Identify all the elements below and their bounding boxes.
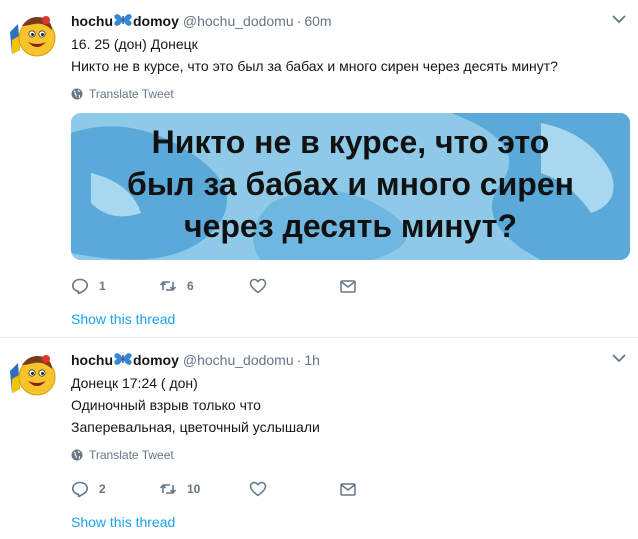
media-caption-line: был за бабах и много сирен	[127, 166, 574, 202]
direct-message-button[interactable]	[339, 276, 357, 296]
show-thread-link[interactable]: Show this thread	[71, 513, 175, 531]
retweet-icon	[159, 281, 177, 291]
avatar[interactable]	[8, 349, 58, 399]
like-button[interactable]	[249, 276, 277, 296]
display-name[interactable]: hochu domoy	[71, 13, 179, 29]
tweet-text-line: Одиночный взрыв только что	[71, 397, 261, 413]
reply-count: 2	[99, 482, 106, 496]
reply-button[interactable]: 2	[71, 479, 106, 499]
heart-icon	[249, 481, 267, 497]
tweet-text-line: Никто не в курсе, что это был за бабах и…	[71, 58, 558, 74]
separator-dot: ·	[296, 352, 302, 368]
timestamp[interactable]: 1h	[304, 352, 320, 368]
tweet-header: hochu domoy @hochu_dodomu · 60m	[71, 12, 332, 30]
tweet-text-line: Донецк 17:24 ( дон)	[71, 375, 198, 391]
user-handle[interactable]: @hochu_dodomu	[183, 13, 294, 29]
retweet-button[interactable]: 10	[159, 479, 200, 499]
retweet-count: 10	[187, 482, 201, 496]
separator-dot: ·	[296, 13, 302, 29]
like-button[interactable]	[249, 479, 277, 499]
translate-tweet-link[interactable]: Translate Tweet	[71, 86, 174, 102]
reply-count: 1	[99, 279, 106, 293]
envelope-icon	[340, 483, 356, 496]
retweet-button[interactable]: 6	[159, 276, 194, 296]
tweet[interactable]: hochu domoy @hochu_dodomu · 60m 16. 25 (дон)…	[0, 0, 638, 338]
tweet-header: hochu domoy @hochu_dodomu · 1h	[71, 351, 320, 369]
tweet-text-line: Заперевальная, цветочный услышали	[71, 419, 320, 435]
media-caption: Никто не в курсе, что это был за бабах и…	[71, 121, 630, 247]
globe-icon	[71, 449, 83, 461]
tweet-actions: 2 10	[71, 479, 371, 499]
media-caption-line: через десять минут?	[184, 208, 517, 244]
direct-message-button[interactable]	[339, 479, 357, 499]
tweet-actions: 1 6	[71, 276, 371, 296]
butterfly-icon	[114, 14, 132, 26]
retweet-icon	[159, 484, 177, 494]
user-handle[interactable]: @hochu_dodomu	[183, 352, 294, 368]
heart-icon	[249, 278, 267, 294]
reply-icon	[72, 481, 88, 498]
avatar[interactable]	[8, 10, 58, 60]
chevron-down-icon[interactable]	[612, 353, 626, 363]
globe-icon	[71, 88, 83, 100]
tweet-text-line: 16. 25 (дон) Донецк	[71, 36, 198, 52]
display-name[interactable]: hochu domoy	[71, 352, 179, 368]
butterfly-icon	[114, 353, 132, 365]
timestamp[interactable]: 60m	[304, 13, 331, 29]
reply-button[interactable]: 1	[71, 276, 106, 296]
translate-tweet-link[interactable]: Translate Tweet	[71, 447, 174, 463]
chevron-down-icon[interactable]	[612, 14, 626, 24]
tweet[interactable]: hochu domoy @hochu_dodomu · 1h Донецк 17:24 …	[0, 339, 638, 539]
media-caption-line: Никто не в курсе, что это	[151, 124, 550, 160]
tweet-media-image[interactable]: Никто не в курсе, что это был за бабах и…	[71, 113, 630, 260]
show-thread-link[interactable]: Show this thread	[71, 310, 175, 328]
envelope-icon	[340, 280, 356, 293]
retweet-count: 6	[187, 279, 194, 293]
reply-icon	[72, 278, 88, 295]
